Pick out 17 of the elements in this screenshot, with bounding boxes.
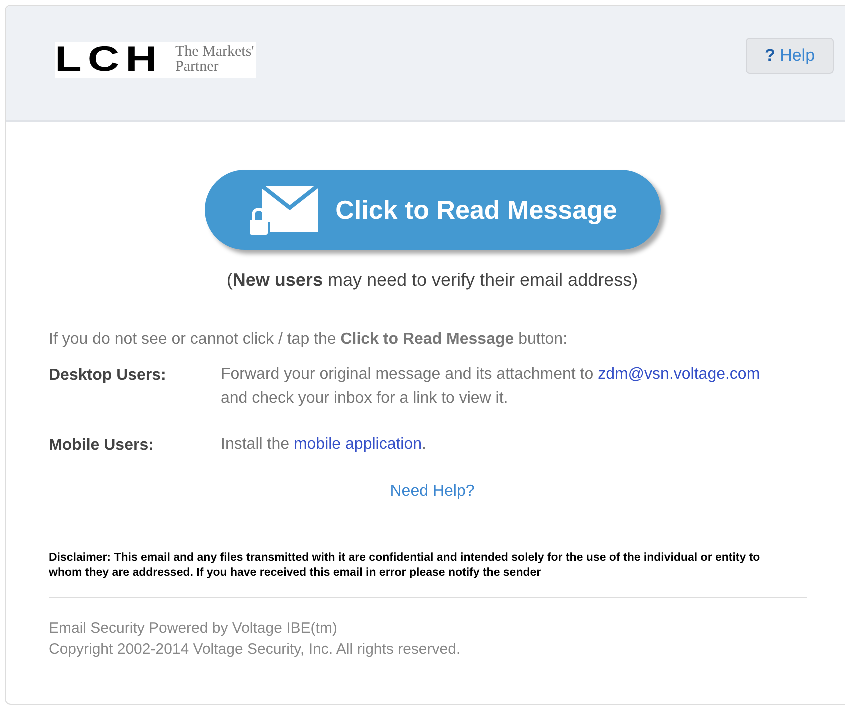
instruction-link[interactable]: mobile application [294, 436, 422, 453]
footer-text: Email Security Powered by Voltage IBE(tm) [49, 619, 338, 639]
logo-tagline: The Markets' Partner [175, 45, 254, 75]
new-users-note: (New users may need to verify their email address) [226, 270, 638, 291]
footer-text: Copyright 2002-2014 Voltage Security, Inc. All rights reserved. [49, 640, 462, 660]
user-type-label: Mobile Users: [49, 437, 155, 456]
need-help-link[interactable]: Need Help? [390, 483, 475, 501]
user-type-label: Desktop Users: [49, 367, 168, 386]
logo-wordmark: LCH [55, 46, 164, 74]
disclaimer-text: Disclaimer: This email and any files transmitted with it are confidential and intended solely for the use of the individual or entity to whom they are addressed. If you have received this email in error please notify the sender [49, 551, 762, 581]
intro-text: If you do not see or cannot click / tap the Click to Read Message button: [49, 331, 569, 349]
instruction-link[interactable]: zdm@vsn.voltage.com [598, 366, 760, 383]
help-button[interactable]: ? Help [746, 38, 834, 74]
locked-envelope-icon [248, 184, 320, 236]
instruction-text: Install the mobile application. [221, 435, 428, 455]
read-message-button[interactable]: Click to Read Message [204, 170, 660, 250]
instruction-text: Forward your original message and its attachment to zdm@vsn.voltage.com and check your inbox for a link to view it. [221, 365, 761, 409]
